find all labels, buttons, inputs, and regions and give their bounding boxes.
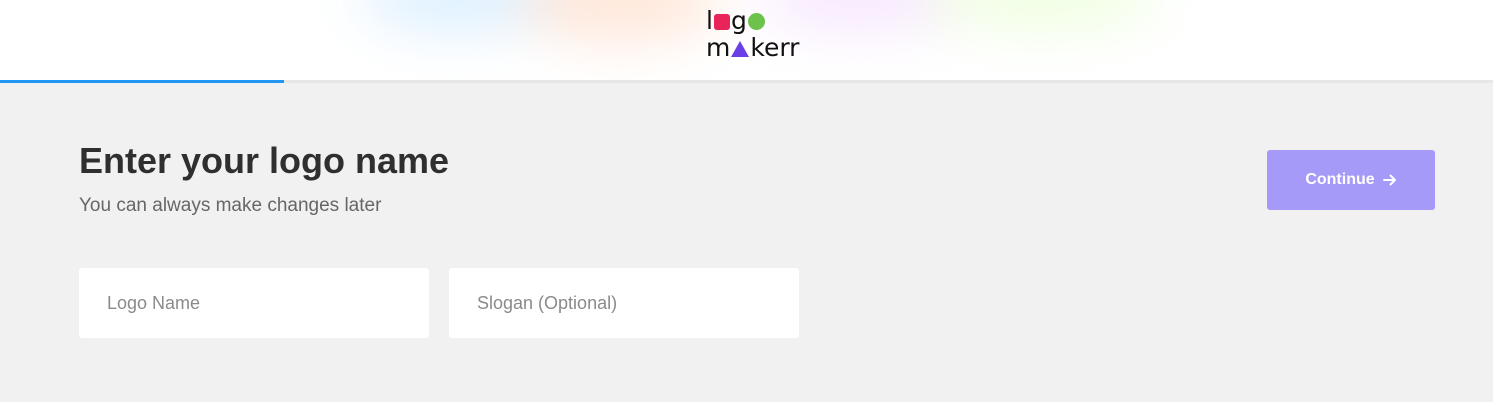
continue-button[interactable]: Continue <box>1267 150 1435 210</box>
header-glow <box>520 0 720 40</box>
arrow-right-icon <box>1382 174 1396 186</box>
logo-name-input[interactable] <box>79 268 429 338</box>
logo-line-2: m kerr <box>706 35 799 60</box>
logomakerr-logo[interactable]: lg m kerr <box>706 6 810 60</box>
circle-shape-icon <box>747 13 765 30</box>
logo-letters: kerr <box>750 33 800 62</box>
logo-line-1: lg <box>706 8 765 33</box>
continue-label: Continue <box>1305 171 1375 188</box>
logo-letter: l <box>706 6 713 35</box>
page-title: Enter your logo name <box>79 140 450 181</box>
square-shape-icon <box>713 14 730 30</box>
logo-letter: m <box>706 33 731 62</box>
top-header: lg m kerr <box>0 0 1493 80</box>
header-glow <box>920 0 1160 30</box>
page-subtitle: You can always make changes later <box>79 195 382 216</box>
progress-bar-fill <box>0 80 284 83</box>
slogan-input[interactable] <box>449 268 799 338</box>
triangle-shape-icon <box>731 41 750 57</box>
progress-bar <box>0 80 1493 83</box>
logo-letter: g <box>730 6 747 35</box>
